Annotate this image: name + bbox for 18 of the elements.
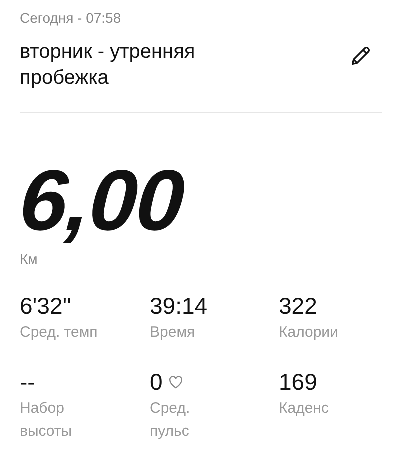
- distance-value: 6,00: [17, 158, 186, 244]
- activity-title: вторник - утренняя пробежка: [20, 40, 196, 91]
- date-text: Сегодня - 07:58: [20, 9, 122, 28]
- stat-label: Сред. темп: [20, 323, 99, 343]
- stat-label: Набор высоты: [20, 399, 74, 442]
- stat-value: 322: [279, 292, 318, 320]
- stat-value: 6'32'': [20, 292, 72, 320]
- stat-value: 0: [150, 368, 163, 396]
- distance-unit: Км: [20, 250, 39, 268]
- stat-label: Калории: [279, 323, 340, 343]
- pencil-icon: [350, 45, 372, 67]
- stat-label: Время: [150, 323, 196, 343]
- stat-label: Сред. пульс: [150, 399, 192, 442]
- stat-value: --: [20, 368, 36, 396]
- stat-label: Каденс: [279, 399, 330, 419]
- stat-value: 169: [279, 368, 318, 396]
- heart-icon: [168, 376, 183, 388]
- stat-value: 39:14: [150, 292, 208, 320]
